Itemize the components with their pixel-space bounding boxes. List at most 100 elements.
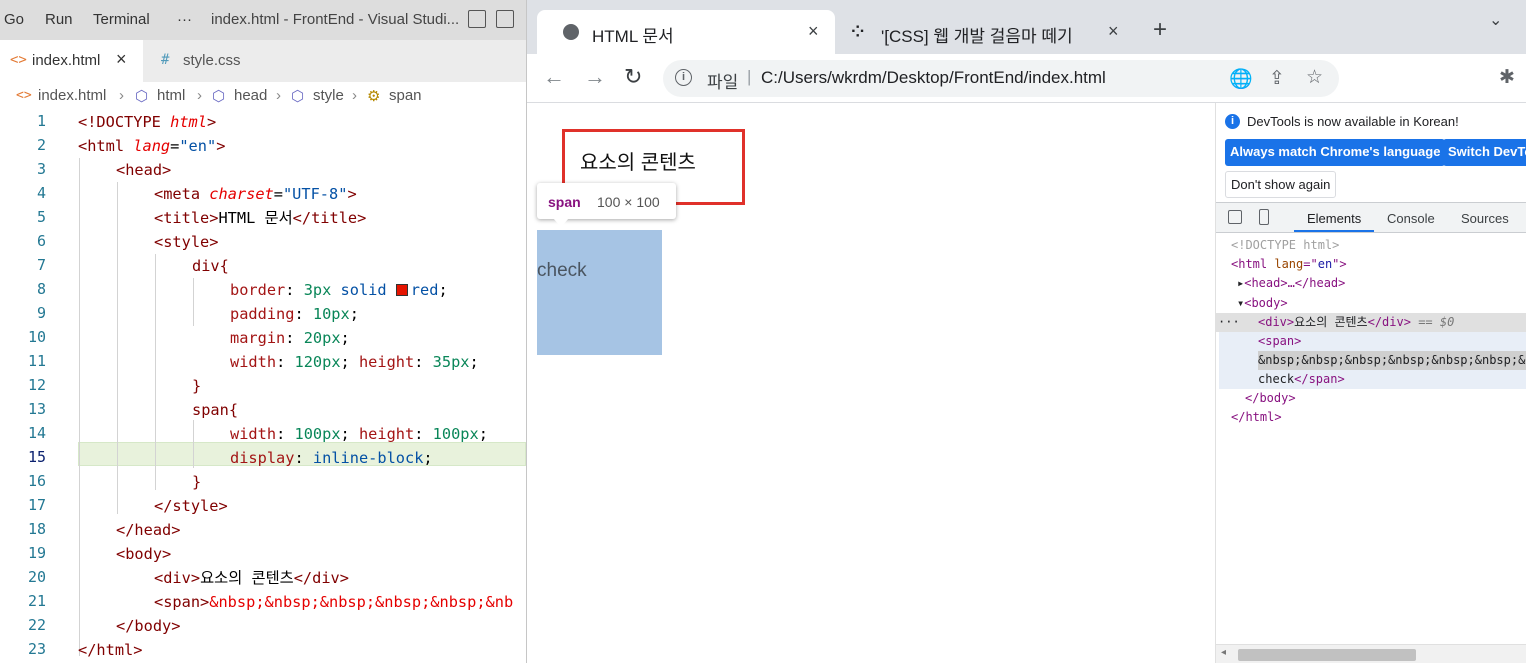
share-icon[interactable]: ⇪ (1269, 67, 1285, 90)
dom-span-nbsp[interactable]: &nbsp;&nbsp;&nbsp;&nbsp;&nbsp;&nbsp;& (1258, 351, 1525, 370)
indent-guide (79, 158, 80, 656)
scrollbar-thumb[interactable] (1238, 649, 1416, 661)
vscode-window: Go Run Terminal ··· index.html - FrontEn… (0, 0, 526, 663)
back-icon[interactable]: ← (543, 64, 565, 90)
close-tab-icon[interactable]: × (1108, 21, 1119, 42)
menu-run[interactable]: Run (45, 11, 73, 28)
info-icon[interactable]: i (675, 69, 692, 86)
chevron-right-icon: › (352, 87, 357, 104)
vscode-titlebar: Go Run Terminal ··· index.html - FrontEn… (0, 0, 526, 40)
html-file-icon: <> (10, 52, 27, 68)
close-icon[interactable]: × (116, 49, 127, 70)
breadcrumb-style[interactable]: style (313, 87, 344, 104)
tab-strip: HTML 문서 × ⁘ '[CSS] 웹 개발 걸음마 떼기 × + ⌄ (527, 0, 1526, 54)
code-line-7: div{ (192, 257, 229, 275)
line-number: 3 (36, 160, 46, 178)
site-favicon-icon: ⁘ (851, 24, 865, 41)
line-number: 15 (27, 448, 46, 466)
code-line-3: <head> (116, 161, 172, 179)
line-number: 4 (36, 184, 46, 202)
dom-body[interactable]: ▾<body> (1237, 294, 1288, 313)
breadcrumb-html[interactable]: html (157, 87, 185, 104)
menu-terminal[interactable]: Terminal (93, 11, 150, 28)
active-tab-indicator (1294, 230, 1374, 232)
div-content-text: 요소의 콘텐츠 (580, 152, 696, 174)
code-line-21: <span>&nbsp;&nbsp;&nbsp;&nbsp;&nbsp;&nb (154, 593, 514, 611)
line-number: 6 (36, 232, 46, 250)
horizontal-scrollbar[interactable]: ◂ (1216, 644, 1526, 663)
code-line-23: </html> (78, 641, 143, 659)
indent-guide (155, 254, 156, 490)
dom-div-selected[interactable]: ··· (1218, 313, 1240, 332)
dom-span-text[interactable]: check</span> (1258, 370, 1345, 389)
forward-icon[interactable]: → (584, 64, 606, 90)
code-editor[interactable]: 1 2 3 4 5 6 7 8 9 10 11 12 13 14 15 16 17 18 19 20 21 22 23 <!… (0, 110, 526, 663)
tab-title: HTML 문서 (592, 27, 674, 46)
dont-show-again-button[interactable]: Don't show again (1225, 171, 1337, 198)
globe-icon (563, 24, 579, 40)
code-line-22: </body> (116, 617, 181, 635)
code-line-15: display: inline-block; (230, 449, 433, 467)
code-line-14: width: 100px; height: 100px; (230, 425, 488, 443)
toggle-sidebar-icon[interactable] (468, 10, 486, 28)
dom-html-close[interactable]: </html> (1231, 408, 1282, 427)
dom-head[interactable]: ▸<head>…</head> (1237, 274, 1345, 293)
toggle-panel-icon[interactable] (496, 10, 514, 28)
inspect-tooltip: span 100 × 100 (537, 183, 676, 227)
switch-devtools-button[interactable]: Switch DevTools (1443, 139, 1526, 166)
code-line-11: width: 120px; height: 35px; (230, 353, 479, 371)
cube-icon: ⬡ (291, 88, 305, 105)
device-toolbar-icon[interactable] (1259, 209, 1269, 225)
chrome-window: HTML 문서 × ⁘ '[CSS] 웹 개발 걸음마 떼기 × + ⌄ ← →… (526, 0, 1526, 663)
color-swatch[interactable] (395, 284, 408, 296)
tab-elements[interactable]: Elements (1307, 211, 1361, 226)
tab-console[interactable]: Console (1387, 211, 1435, 226)
dom-span[interactable]: <span> (1258, 332, 1301, 351)
dom-div[interactable]: <div>요소의 콘텐츠</div> == $0 (1258, 313, 1454, 332)
page-span-box: check (537, 230, 662, 355)
tab-style-css[interactable]: # style.css (143, 40, 291, 82)
line-number: 23 (27, 640, 46, 658)
tooltip-tag: span (548, 194, 581, 210)
address-bar[interactable]: i 파일 | C:/Users/wkrdm/Desktop/FrontEnd/i… (663, 60, 1339, 97)
translate-icon[interactable]: 🌐 (1229, 67, 1253, 91)
chevron-right-icon: › (197, 87, 202, 104)
line-number: 14 (27, 424, 46, 442)
tab-search-icon[interactable]: ⌄ (1489, 10, 1502, 30)
browser-tab[interactable]: ⁘ '[CSS] 웹 개발 걸음마 떼기 × (837, 10, 1135, 54)
tab-index-html[interactable]: <> index.html × (0, 40, 143, 82)
screen: Go Run Terminal ··· index.html - FrontEn… (0, 0, 1526, 663)
info-icon: i (1225, 114, 1240, 129)
line-number: 10 (27, 328, 46, 346)
tooltip-dimensions: 100 × 100 (597, 194, 660, 210)
line-number: 21 (27, 592, 46, 610)
code-line-1: <!DOCTYPE html> (78, 113, 217, 131)
line-number: 18 (27, 520, 46, 538)
breadcrumb-index-html[interactable]: index.html (38, 87, 106, 104)
code-line-9: padding: 10px; (230, 305, 359, 323)
extensions-icon[interactable]: ✱ (1499, 66, 1515, 89)
inspect-element-icon[interactable] (1228, 210, 1242, 224)
url-scheme: 파일 (707, 73, 739, 92)
page-viewport: 요소의 콘텐츠 check span 100 × 100 (527, 103, 1215, 663)
chevron-right-icon: › (119, 87, 124, 104)
code-line-10: margin: 20px; (230, 329, 350, 347)
tab-sources[interactable]: Sources (1461, 211, 1509, 226)
menu-go[interactable]: Go (4, 11, 24, 28)
close-tab-icon[interactable]: × (808, 21, 819, 42)
bookmark-star-icon[interactable]: ☆ (1306, 66, 1323, 89)
code-line-13: span{ (192, 401, 239, 419)
browser-tab-active[interactable]: HTML 문서 × (537, 10, 835, 54)
breadcrumb-head[interactable]: head (234, 87, 267, 104)
scroll-left-icon[interactable]: ◂ (1221, 647, 1226, 658)
menu-more[interactable]: ··· (177, 11, 192, 28)
indent-guide (193, 278, 194, 326)
dom-body-close[interactable]: </body> (1245, 389, 1296, 408)
breadcrumb-span[interactable]: span (389, 87, 422, 104)
reload-icon[interactable]: ↻ (624, 64, 642, 90)
url-text[interactable]: C:/Users/wkrdm/Desktop/FrontEnd/index.ht… (761, 68, 1106, 88)
new-tab-button[interactable]: + (1153, 16, 1167, 44)
match-language-button[interactable]: Always match Chrome's language (1225, 139, 1446, 166)
dom-html[interactable]: <html lang="en"> (1231, 255, 1347, 274)
dom-doctype[interactable]: <!DOCTYPE html> (1231, 236, 1339, 255)
